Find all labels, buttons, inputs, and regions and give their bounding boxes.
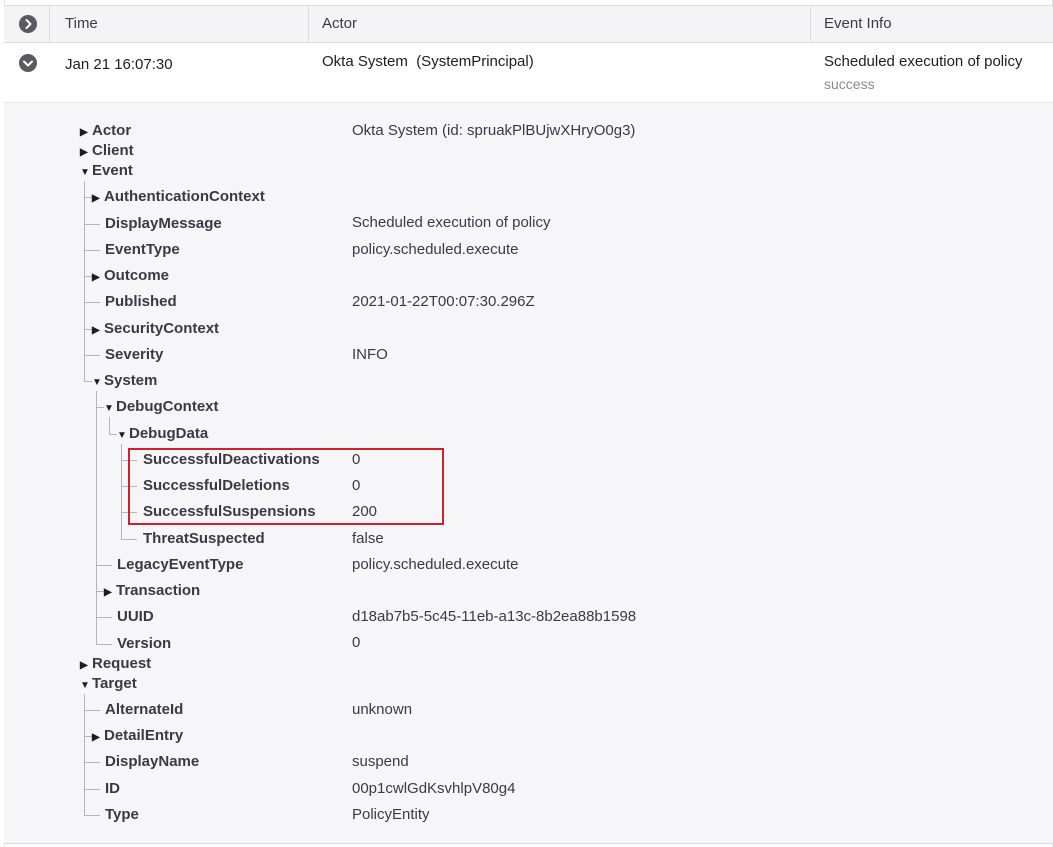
table-row[interactable]: Jan 21 16:07:30 Okta System (SystemPrinc… (4, 43, 1053, 103)
collapse-triangle-icon: ▼ (92, 377, 102, 388)
expand-all-icon[interactable] (19, 15, 37, 33)
tree-node-actor[interactable]: ▶ Actor (80, 122, 131, 142)
tree-value-legacy-event-type: policy.scheduled.execute (352, 556, 519, 573)
column-header-event-info[interactable]: Event Info (824, 6, 892, 42)
tree-value-display-name: suspend (352, 753, 409, 770)
row-actor: Okta System (SystemPrincipal) (322, 53, 534, 70)
tree-node-outcome[interactable]: ▶ Outcome (92, 267, 169, 287)
tree-node-version: Version (117, 635, 172, 652)
tree-node-display-message: DisplayMessage (105, 215, 222, 232)
tree-node-alternate-id: AlternateId (105, 701, 184, 718)
collapse-row-icon[interactable] (19, 54, 37, 72)
panel-bottom-border (4, 843, 1053, 844)
tree-value-severity: INFO (352, 346, 388, 363)
expand-triangle-icon: ▶ (92, 272, 100, 283)
tree-node-event-type: EventType (105, 241, 180, 258)
collapse-triangle-icon: ▼ (80, 680, 90, 691)
tree-node-threat-suspected: ThreatSuspected (143, 530, 265, 547)
row-event-info: Scheduled execution of policy (824, 53, 1023, 70)
row-time: Jan 21 16:07:30 (65, 56, 173, 73)
table-header: Time Actor Event Info (4, 5, 1053, 43)
expand-triangle-icon: ▶ (92, 325, 100, 336)
tree-node-legacy-event-type: LegacyEventType (117, 556, 244, 573)
highlight-box (128, 448, 444, 525)
expand-triangle-icon: ▶ (104, 587, 112, 598)
tree-value-id: 00p1cwlGdKsvhlpV80g4 (352, 780, 516, 797)
tree-value-event-type: policy.scheduled.execute (352, 241, 519, 258)
tree-node-display-name: DisplayName (105, 753, 200, 770)
tree-value-alternate-id: unknown (352, 701, 413, 718)
row-event-status: success (824, 76, 875, 92)
tree-value-threat-suspected: false (352, 530, 384, 547)
tree-value-display-message: Scheduled execution of policy (352, 214, 551, 231)
column-header-actor[interactable]: Actor (322, 6, 357, 42)
expand-triangle-icon: ▶ (92, 193, 100, 204)
tree-node-client[interactable]: ▶ Client (80, 142, 134, 162)
tree-node-transaction[interactable]: ▶ Transaction (104, 582, 200, 602)
tree-node-event[interactable]: ▼ Event (80, 162, 133, 182)
tree-node-published: Published (105, 293, 177, 310)
column-header-time[interactable]: Time (65, 6, 98, 42)
tree-node-detail-entry[interactable]: ▶ DetailEntry (92, 727, 183, 747)
expand-triangle-icon: ▶ (80, 127, 88, 138)
tree-value-published: 2021-01-22T00:07:30.296Z (352, 293, 535, 310)
tree-node-id: ID (105, 780, 120, 797)
tree-node-authentication-context[interactable]: ▶ AuthenticationContext (92, 188, 265, 208)
tree-node-target[interactable]: ▼ Target (80, 675, 137, 695)
collapse-triangle-icon: ▼ (80, 167, 90, 178)
expand-triangle-icon: ▶ (92, 732, 100, 743)
expand-triangle-icon: ▶ (80, 147, 88, 158)
tree-node-system[interactable]: ▼ System (92, 372, 157, 392)
tree-value-uuid: d18ab7b5-5c45-11eb-a13c-8b2ea88b1598 (352, 608, 637, 625)
tree-node-request[interactable]: ▶ Request (80, 655, 151, 675)
tree-node-type: Type (105, 806, 139, 823)
tree-node-debug-data[interactable]: ▼ DebugData (117, 425, 208, 445)
tree-node-security-context[interactable]: ▶ SecurityContext (92, 320, 219, 340)
tree-value-actor: Okta System (id: spruakPlBUjwXHryO0g3) (352, 122, 636, 139)
collapse-triangle-icon: ▼ (117, 430, 127, 441)
tree-value-type: PolicyEntity (352, 806, 430, 823)
tree-node-debug-context[interactable]: ▼ DebugContext (104, 398, 219, 418)
expand-triangle-icon: ▶ (80, 660, 88, 671)
tree-value-version: 0 (352, 634, 361, 651)
collapse-triangle-icon: ▼ (104, 403, 114, 414)
tree-node-uuid: UUID (117, 608, 154, 625)
tree-node-severity: Severity (105, 346, 164, 363)
